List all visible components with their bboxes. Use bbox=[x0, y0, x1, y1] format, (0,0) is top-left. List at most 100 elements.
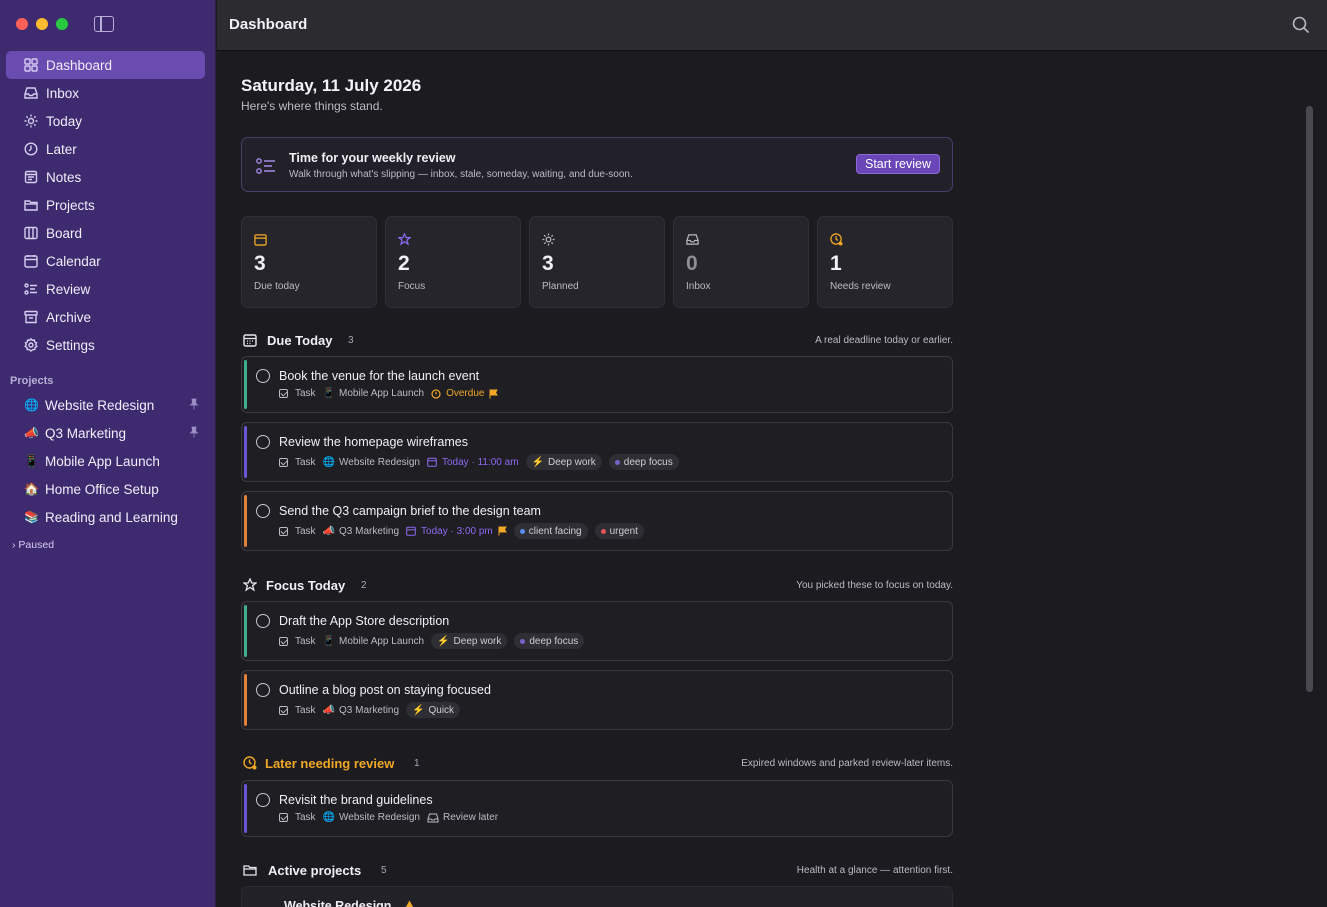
tag-dot bbox=[600, 528, 606, 534]
sidebar-project-q3-marketing[interactable]: 📣 Q3 Marketing bbox=[6, 419, 205, 447]
sidebar-toggle-icon[interactable] bbox=[94, 16, 114, 32]
sidebar-item-today[interactable]: Today bbox=[6, 107, 205, 135]
task-card[interactable]: Send the Q3 campaign brief to the design… bbox=[241, 491, 953, 551]
sidebar-item-calendar[interactable]: Calendar bbox=[6, 247, 205, 275]
task-project[interactable]: 📱 Mobile App Launch bbox=[323, 388, 425, 399]
due-time-label: Today · 11:00 am bbox=[442, 456, 519, 468]
project-label: Mobile App Launch bbox=[45, 453, 160, 469]
review-later-label: Review later bbox=[443, 812, 499, 823]
minimize-window-button[interactable] bbox=[36, 18, 48, 30]
sidebar-item-board[interactable]: Board bbox=[6, 219, 205, 247]
project-list: 🌐 Website Redesign 📣 Q3 Marketing 📱 Mobi… bbox=[6, 391, 205, 531]
energy-chip[interactable]: ⚡ Deep work bbox=[431, 633, 508, 649]
task-card[interactable]: Draft the App Store description Task 📱 Mo… bbox=[241, 601, 953, 661]
sidebar-item-label: Inbox bbox=[46, 85, 80, 101]
task-type-icon bbox=[279, 705, 288, 715]
task-project[interactable]: 📣 Q3 Marketing bbox=[323, 705, 399, 716]
header: Dashboard bbox=[217, 0, 1327, 51]
stat-focus[interactable]: 2 Focus bbox=[385, 216, 521, 308]
tag-chip[interactable]: urgent bbox=[594, 523, 644, 539]
task-accent-bar bbox=[244, 426, 247, 478]
folder-icon bbox=[243, 865, 257, 876]
tag-dot bbox=[614, 459, 620, 465]
project-card[interactable]: Website Redesign bbox=[241, 886, 953, 907]
task-card[interactable]: Review the homepage wireframes Task 🌐 Web… bbox=[241, 422, 953, 482]
task-project[interactable]: 📱 Mobile App Launch bbox=[323, 636, 425, 647]
stat-needs-review[interactable]: 1 Needs review bbox=[817, 216, 953, 308]
task-complete-checkbox[interactable] bbox=[256, 435, 270, 449]
tag-chip[interactable]: deep focus bbox=[608, 454, 679, 470]
task-meta: Task 🌐 Website Redesign Today · 11:00 am … bbox=[279, 454, 679, 470]
sidebar-project-mobile-app-launch[interactable]: 📱 Mobile App Launch bbox=[6, 447, 205, 475]
bolt-icon: ⚡ bbox=[531, 456, 544, 468]
stat-planned[interactable]: 3 Planned bbox=[529, 216, 665, 308]
sidebar-item-archive[interactable]: Archive bbox=[6, 303, 205, 331]
grid-icon bbox=[24, 58, 38, 72]
task-project[interactable]: 🌐 Website Redesign bbox=[323, 457, 420, 468]
task-complete-checkbox[interactable] bbox=[256, 793, 270, 807]
sidebar-item-label: Review bbox=[46, 281, 91, 297]
task-project[interactable]: 🌐 Website Redesign bbox=[323, 812, 420, 823]
board-icon bbox=[24, 226, 38, 240]
window-controls bbox=[16, 18, 68, 30]
task-card[interactable]: Outline a blog post on staying focused T… bbox=[241, 670, 953, 730]
pin-icon[interactable] bbox=[189, 398, 199, 410]
sidebar-item-review[interactable]: Review bbox=[6, 275, 205, 303]
sidebar-item-inbox[interactable]: Inbox bbox=[6, 79, 205, 107]
project-label: Reading and Learning bbox=[45, 509, 178, 525]
sidebar-item-notes[interactable]: Notes bbox=[6, 163, 205, 191]
task-complete-checkbox[interactable] bbox=[256, 683, 270, 697]
date-heading: Saturday, 11 July 2026 bbox=[241, 76, 422, 95]
stat-value: 2 bbox=[398, 252, 410, 275]
megaphone-icon: 📣 bbox=[322, 525, 336, 537]
section-count: 1 bbox=[414, 758, 420, 769]
task-project[interactable]: 📣 Q3 Marketing bbox=[323, 526, 399, 537]
energy-chip[interactable]: ⚡ Quick bbox=[406, 702, 461, 718]
energy-chip[interactable]: ⚡ Deep work bbox=[525, 454, 602, 470]
start-review-button[interactable]: Start review bbox=[856, 154, 940, 174]
task-complete-checkbox[interactable] bbox=[256, 504, 270, 518]
warning-icon bbox=[405, 900, 414, 907]
sidebar-project-home-office-setup[interactable]: 🏠 Home Office Setup bbox=[6, 475, 205, 503]
task-card[interactable]: Book the venue for the launch event Task… bbox=[241, 356, 953, 413]
scrollbar[interactable] bbox=[1306, 106, 1313, 692]
search-icon[interactable] bbox=[1292, 16, 1310, 34]
books-icon: 📚 bbox=[24, 510, 39, 524]
globe-icon: 🌐 bbox=[322, 456, 336, 468]
stat-inbox[interactable]: 0 Inbox bbox=[673, 216, 809, 308]
calendar-icon bbox=[254, 234, 267, 246]
clock-alert-icon bbox=[830, 233, 843, 246]
paused-group-toggle[interactable]: › Paused bbox=[12, 539, 54, 551]
stat-due-today[interactable]: 3 Due today bbox=[241, 216, 377, 308]
chip-label: Deep work bbox=[453, 635, 502, 647]
star-icon bbox=[243, 578, 257, 592]
sidebar-item-projects[interactable]: Projects bbox=[6, 191, 205, 219]
tag-chip[interactable]: client facing bbox=[513, 523, 588, 539]
zoom-window-button[interactable] bbox=[56, 18, 68, 30]
task-complete-checkbox[interactable] bbox=[256, 614, 270, 628]
project-label: Home Office Setup bbox=[45, 481, 159, 497]
house-icon: 🏠 bbox=[24, 482, 39, 496]
pin-icon[interactable] bbox=[189, 426, 199, 438]
task-card[interactable]: Revisit the brand guidelines Task 🌐 Websi… bbox=[241, 780, 953, 837]
sidebar-project-reading-and-learning[interactable]: 📚 Reading and Learning bbox=[6, 503, 205, 531]
task-complete-checkbox[interactable] bbox=[256, 369, 270, 383]
chip-label: Deep work bbox=[547, 456, 596, 468]
sidebar-item-dashboard[interactable]: Dashboard bbox=[6, 51, 205, 79]
project-label: Q3 Marketing bbox=[45, 425, 127, 441]
task-project-label: Mobile App Launch bbox=[339, 635, 425, 647]
megaphone-icon: 📣 bbox=[322, 704, 336, 716]
warning-clock-icon bbox=[431, 388, 441, 399]
section-title: Later needing review bbox=[265, 756, 395, 771]
later-review-header: Later needing review 1 Expired windows a… bbox=[241, 755, 953, 773]
tag-dot bbox=[519, 528, 525, 534]
tag-chip[interactable]: deep focus bbox=[514, 633, 585, 649]
sidebar-item-settings[interactable]: Settings bbox=[6, 331, 205, 359]
task-accent-bar bbox=[244, 360, 247, 409]
sidebar-item-label: Calendar bbox=[46, 253, 101, 269]
close-window-button[interactable] bbox=[16, 18, 28, 30]
calendar-icon bbox=[427, 457, 437, 467]
sidebar-project-website-redesign[interactable]: 🌐 Website Redesign bbox=[6, 391, 205, 419]
sidebar-item-later[interactable]: Later bbox=[6, 135, 205, 163]
calendar-icon bbox=[243, 334, 257, 347]
